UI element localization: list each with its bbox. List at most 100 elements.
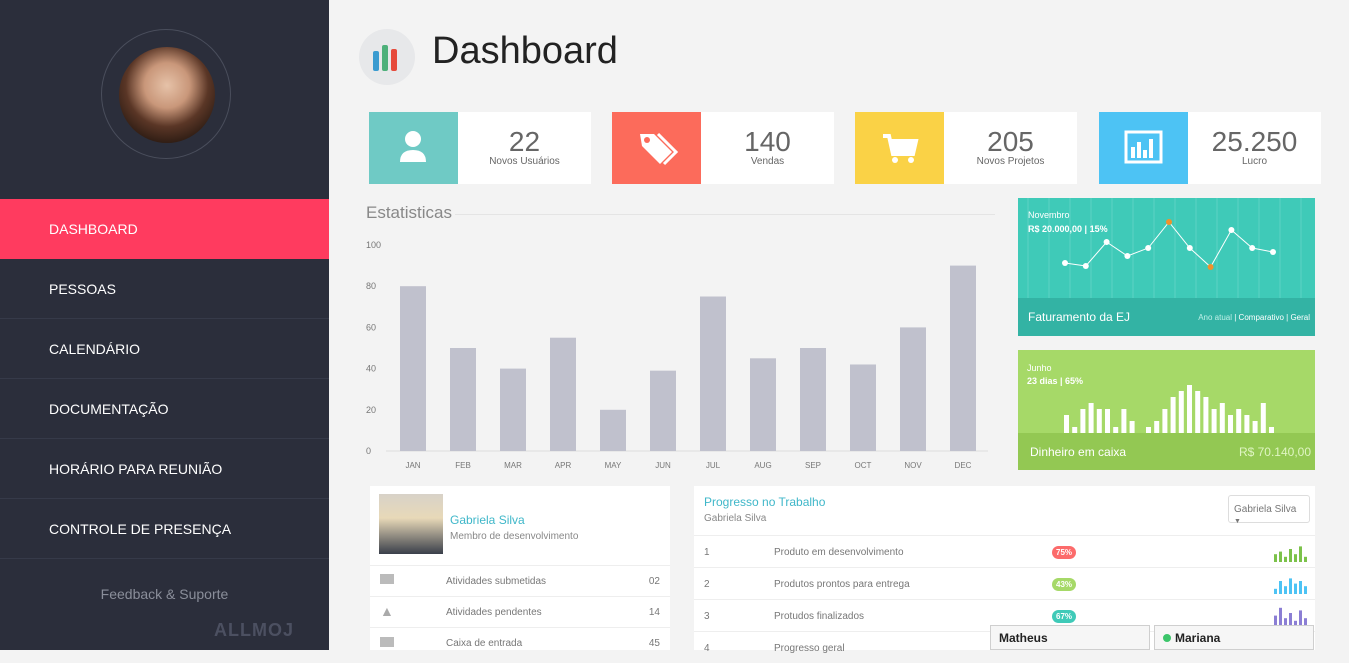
x-tick-label: DEC xyxy=(955,461,972,470)
data-point[interactable] xyxy=(1228,227,1235,233)
bar[interactable] xyxy=(500,368,526,451)
x-tick-label: APR xyxy=(555,461,572,470)
sparkline xyxy=(1274,607,1307,626)
cash-bar xyxy=(1203,397,1209,433)
sparkline xyxy=(1274,578,1307,594)
warning-icon: ▲ xyxy=(380,603,394,619)
stat-value: 22 xyxy=(508,126,541,157)
profile-name[interactable]: Gabriela Silva xyxy=(450,513,525,527)
online-status-icon xyxy=(1163,634,1171,642)
bar[interactable] xyxy=(800,348,826,451)
bar[interactable] xyxy=(650,370,676,451)
spark-bar xyxy=(1279,551,1282,562)
profile-row[interactable]: ▲ Atividades pendentes 14 xyxy=(370,596,670,627)
bar[interactable] xyxy=(450,348,476,451)
profile-row[interactable]: Atividades submetidas 02 xyxy=(370,565,670,596)
cash-bar xyxy=(1178,391,1184,433)
spark-bar xyxy=(1274,554,1277,562)
data-point[interactable] xyxy=(1166,219,1172,225)
nav-item-controle-presenca[interactable]: CONTROLE DE PRESENÇA xyxy=(0,499,329,559)
bar[interactable] xyxy=(600,409,626,451)
tags-icon xyxy=(612,112,701,184)
progress-subtitle: Gabriela Silva xyxy=(704,513,767,524)
cash-bar xyxy=(1096,409,1102,433)
nav-item-horario-reuniao[interactable]: HORÁRIO PARA REUNIÃO xyxy=(0,439,329,499)
spark-bar xyxy=(1284,586,1287,594)
data-point[interactable] xyxy=(1124,253,1131,259)
divider xyxy=(455,214,995,215)
spark-bar xyxy=(1304,586,1307,594)
profile-panel: Gabriela Silva Membro de desenvolvimento… xyxy=(370,486,670,650)
y-tick-label: 60 xyxy=(366,322,376,332)
stat-card-users[interactable]: 22 Novos Usuários xyxy=(369,112,591,184)
stat-card-sales[interactable]: 140 Vendas xyxy=(612,112,834,184)
nav-item-documentacao[interactable]: DOCUMENTAÇÃO xyxy=(0,379,329,439)
data-point[interactable] xyxy=(1186,245,1193,251)
stat-label: Novos Usuários xyxy=(489,156,560,167)
bar[interactable] xyxy=(700,296,726,452)
x-tick-label: JUL xyxy=(706,461,721,470)
row-number: 4 xyxy=(704,643,710,654)
bar[interactable] xyxy=(850,364,876,451)
data-point[interactable] xyxy=(1062,260,1068,266)
table-row[interactable]: 2 Produtos prontos para entrega 43% xyxy=(694,567,1315,599)
data-point[interactable] xyxy=(1249,245,1256,251)
bar[interactable] xyxy=(900,327,926,451)
revenue-footer: Faturamento da EJ Ano atual | Comparativ… xyxy=(1018,298,1315,336)
spark-bar xyxy=(1274,588,1277,594)
data-point[interactable] xyxy=(1207,264,1214,270)
stat-value: 25.250 xyxy=(1211,126,1298,157)
table-row[interactable]: 1 Produto em desenvolvimento 75% xyxy=(694,535,1315,567)
cash-bar xyxy=(1129,421,1135,433)
tab-geral[interactable]: Geral xyxy=(1290,313,1310,322)
cash-bar xyxy=(1244,415,1250,433)
stat-card-projects[interactable]: 205 Novos Projetos xyxy=(855,112,1077,184)
cash-bar xyxy=(1219,403,1225,433)
data-point[interactable] xyxy=(1103,239,1110,245)
revenue-line-chart xyxy=(1062,219,1276,270)
chat-tab-mariana[interactable]: Mariana xyxy=(1154,625,1314,650)
profile-photo xyxy=(379,494,443,554)
nav-item-pessoas[interactable]: PESSOAS xyxy=(0,259,329,319)
cash-bar xyxy=(1211,409,1217,433)
caret-down-icon: ▼ xyxy=(1234,518,1241,525)
profile-row[interactable]: Caixa de entrada 45 xyxy=(370,627,670,658)
user-icon xyxy=(369,112,458,184)
cash-bar xyxy=(1195,391,1201,433)
card-icon xyxy=(380,574,394,584)
nav-item-dashboard[interactable]: DASHBOARD xyxy=(0,199,329,259)
data-point[interactable] xyxy=(1082,263,1089,269)
tab-ano-atual[interactable]: Ano atual xyxy=(1198,313,1232,322)
y-tick-label: 0 xyxy=(366,446,371,456)
chat-tab-matheus[interactable]: Matheus xyxy=(990,625,1150,650)
bar[interactable] xyxy=(400,286,426,451)
bar[interactable] xyxy=(750,358,776,451)
tab-comparativo[interactable]: Comparativo xyxy=(1239,313,1284,322)
spark-bar xyxy=(1294,554,1297,562)
bar[interactable] xyxy=(550,337,576,451)
row-number: 1 xyxy=(704,547,710,558)
y-tick-label: 40 xyxy=(366,364,376,374)
avatar[interactable] xyxy=(119,47,215,143)
nav-item-calendario[interactable]: CALENDÁRIO xyxy=(0,319,329,379)
percent-badge: 75% xyxy=(1052,546,1077,559)
data-point[interactable] xyxy=(1145,245,1152,251)
sparkline xyxy=(1274,546,1307,562)
row-label: Produto em desenvolvimento xyxy=(774,547,904,558)
progress-title: Progresso no Trabalho xyxy=(704,495,826,509)
cart-icon xyxy=(855,112,944,184)
chat-name: Matheus xyxy=(999,631,1048,645)
percent-badge: 67% xyxy=(1052,610,1077,623)
data-point[interactable] xyxy=(1270,249,1276,255)
person-select[interactable]: Gabriela Silva ▼ xyxy=(1228,495,1310,525)
bar[interactable] xyxy=(950,265,976,451)
x-tick-label: JAN xyxy=(405,461,420,470)
feedback-link[interactable]: Feedback & Suporte xyxy=(0,586,329,602)
cash-bar xyxy=(1121,409,1127,433)
x-tick-label: FEB xyxy=(455,461,471,470)
x-tick-label: SEP xyxy=(805,461,821,470)
stat-card-profit[interactable]: 25.250 Lucro xyxy=(1099,112,1321,184)
spark-bar xyxy=(1294,583,1297,594)
cash-bar-chart xyxy=(1064,385,1274,433)
avatar-ring xyxy=(101,29,231,159)
